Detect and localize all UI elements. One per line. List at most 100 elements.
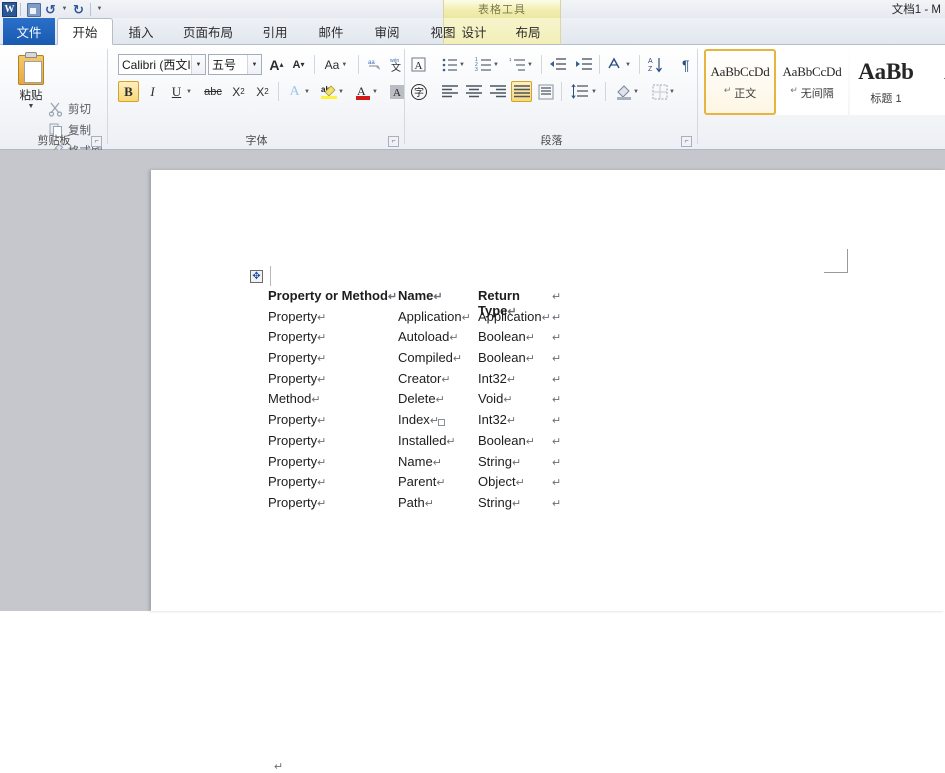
table-row[interactable]: Property↵ Parent↵ Object↵ ↵ [268,474,592,495]
table-row[interactable]: Method↵ Delete↵ Void↵ ↵ [268,391,592,412]
table-row[interactable]: Property↵ Name↵ String↵ ↵ [268,454,592,475]
bold-button[interactable]: B [118,81,139,102]
paste-chevron-down-icon[interactable]: ▼ [28,103,35,110]
redo-icon[interactable]: ↻ [70,1,87,17]
font-name-chevron-down-icon[interactable]: ▼ [191,55,205,74]
borders-chevron-down-icon[interactable]: ▼ [667,81,677,102]
table-cell[interactable]: Property↵ [268,454,398,469]
tab-tlayout[interactable]: 布局 [501,18,555,45]
table-row[interactable]: Property↵ Application↵ Application↵ ↵ [268,309,592,330]
table-cell[interactable]: Object↵ [478,474,552,489]
text-effects-chevron-down-icon[interactable]: ▼ [302,81,312,102]
table-cell[interactable]: Property↵ [268,329,398,344]
font-name-combo[interactable]: Calibri (西文I ▼ [118,54,206,75]
table-cell[interactable]: Boolean↵ [478,433,552,448]
table-row[interactable]: Property↵ Installed↵ Boolean↵ ↵ [268,433,592,454]
table-cell[interactable]: Parent↵ [398,474,478,489]
clipboard-dialog-launcher[interactable]: ⌐ [91,136,102,147]
table-cell[interactable]: Int32↵ [478,371,552,386]
style-2[interactable]: AaBb 标题 1 [850,49,922,115]
underline-chevron-down-icon[interactable]: ▼ [184,81,194,102]
tab-home[interactable]: 开始 [57,18,113,45]
align-center-icon[interactable] [463,81,484,102]
table-cell[interactable]: Creator↵ [398,371,478,386]
bullets-chevron-down-icon[interactable]: ▼ [457,54,467,75]
undo-icon[interactable]: ↺ [42,1,59,17]
line-spacing-icon[interactable] [569,81,590,102]
font-color-chevron-down-icon[interactable]: ▼ [370,81,380,102]
table-cell[interactable]: Property↵ [268,371,398,386]
shading-chevron-down-icon[interactable]: ▼ [631,81,641,102]
text-highlight-chevron-down-icon[interactable]: ▼ [336,81,346,102]
paragraph-dialog-launcher[interactable]: ⌐ [681,136,692,147]
table-cell[interactable]: Autoload↵ [398,329,478,344]
change-case-button[interactable]: Aa ▼ [320,54,352,75]
table-row[interactable]: Property↵ Path↵ String↵ ↵ [268,495,592,516]
table-cell[interactable]: Name↵ [398,288,478,303]
save-icon[interactable] [24,1,41,17]
sort-az-icon[interactable]: AZ [645,54,666,75]
line-spacing-chevron-down-icon[interactable]: ▼ [589,81,599,102]
table-header-row[interactable]: Property or Method↵ Name↵ Return Type↵ ↵ [268,288,592,318]
shrink-font-button[interactable]: A ▾ [288,54,309,75]
table-cell[interactable]: Compiled↵ [398,350,478,365]
style-1[interactable]: AaBbCcDd ↵ 无间隔 [776,49,848,115]
document-workspace[interactable]: ✥ Property or Method↵ Name↵ Return Type↵ ↵ P… [0,150,945,773]
table-cell[interactable]: String↵ [478,495,552,510]
table-row[interactable]: Property↵ Autoload↵ Boolean↵ ↵ [268,329,592,350]
table-cell[interactable]: Property↵ [268,350,398,365]
document-page[interactable]: ✥ Property or Method↵ Name↵ Return Type↵ ↵ P… [151,170,945,773]
table-move-handle-icon[interactable]: ✥ [250,270,263,283]
table-cell[interactable]: Property↵ [268,412,398,427]
tab-mail[interactable]: 邮件 [303,18,359,45]
undo-dropdown-chevron-down-icon[interactable]: ▼ [60,1,69,17]
font-size-combo[interactable]: 五号 ▼ [208,54,262,75]
tab-design[interactable]: 设计 [447,18,501,45]
table-cell[interactable]: Property↵ [268,309,398,324]
tab-layout[interactable]: 页面布局 [169,18,247,45]
subscript-button[interactable]: X2 [228,81,249,102]
word-logo-icon[interactable]: W [2,1,17,17]
tab-file[interactable]: 文件 [3,18,55,45]
style-3[interactable]: Aa标 [922,49,945,115]
table-cell[interactable]: Property or Method↵ [268,288,398,303]
table-cell[interactable]: Boolean↵ [478,329,552,344]
table-cell[interactable]: Method↵ [268,391,398,406]
justify-icon[interactable] [511,81,532,102]
table-cell[interactable]: Property↵ [268,433,398,448]
sort-chevron-down-icon[interactable]: ▼ [623,54,633,75]
multilevel-chevron-down-icon[interactable]: ▼ [525,54,535,75]
font-size-chevron-down-icon[interactable]: ▼ [247,55,261,74]
increase-indent-icon[interactable] [573,54,594,75]
grow-font-button[interactable]: A ▴ [266,54,287,75]
strikethrough-button[interactable]: abc [200,81,226,102]
table-cell[interactable]: Path↵ [398,495,478,510]
table-cell[interactable]: Application↵ [398,309,478,324]
table-cell[interactable]: Delete↵ [398,391,478,406]
table-row[interactable]: Property↵ Compiled↵ Boolean↵ ↵ [268,350,592,371]
table-cell[interactable]: Property↵ [268,474,398,489]
font-dialog-launcher[interactable]: ⌐ [388,136,399,147]
table-cell[interactable]: Int32↵ [478,412,552,427]
align-right-icon[interactable] [487,81,508,102]
table-cell[interactable]: Application↵ [478,309,552,324]
table-row[interactable]: Property↵ Creator↵ Int32↵ ↵ [268,371,592,392]
align-left-icon[interactable] [439,81,460,102]
tab-insert[interactable]: 插入 [113,18,169,45]
style-0[interactable]: AaBbCcDd ↵ 正文 [704,49,776,115]
italic-button[interactable]: I [142,81,163,102]
table-cell[interactable]: Boolean↵ [478,350,552,365]
distribute-icon[interactable] [535,81,556,102]
customize-qat-chevron-down-icon[interactable]: ▼ [94,1,105,17]
decrease-indent-icon[interactable] [547,54,568,75]
table-cell[interactable]: Installed↵ [398,433,478,448]
cut-button[interactable]: 剪切 [48,99,91,119]
numbering-chevron-down-icon[interactable]: ▼ [491,54,501,75]
table-cell[interactable]: Name↵ [398,454,478,469]
tab-review[interactable]: 审阅 [359,18,415,45]
table-cell[interactable]: String↵ [478,454,552,469]
table-cell[interactable]: Void↵ [478,391,552,406]
phonetic-guide-icon[interactable]: aa [364,54,385,75]
table-cell[interactable]: Property↵ [268,495,398,510]
table-row[interactable]: Property↵ Index↵ Int32↵ ↵ [268,412,592,433]
